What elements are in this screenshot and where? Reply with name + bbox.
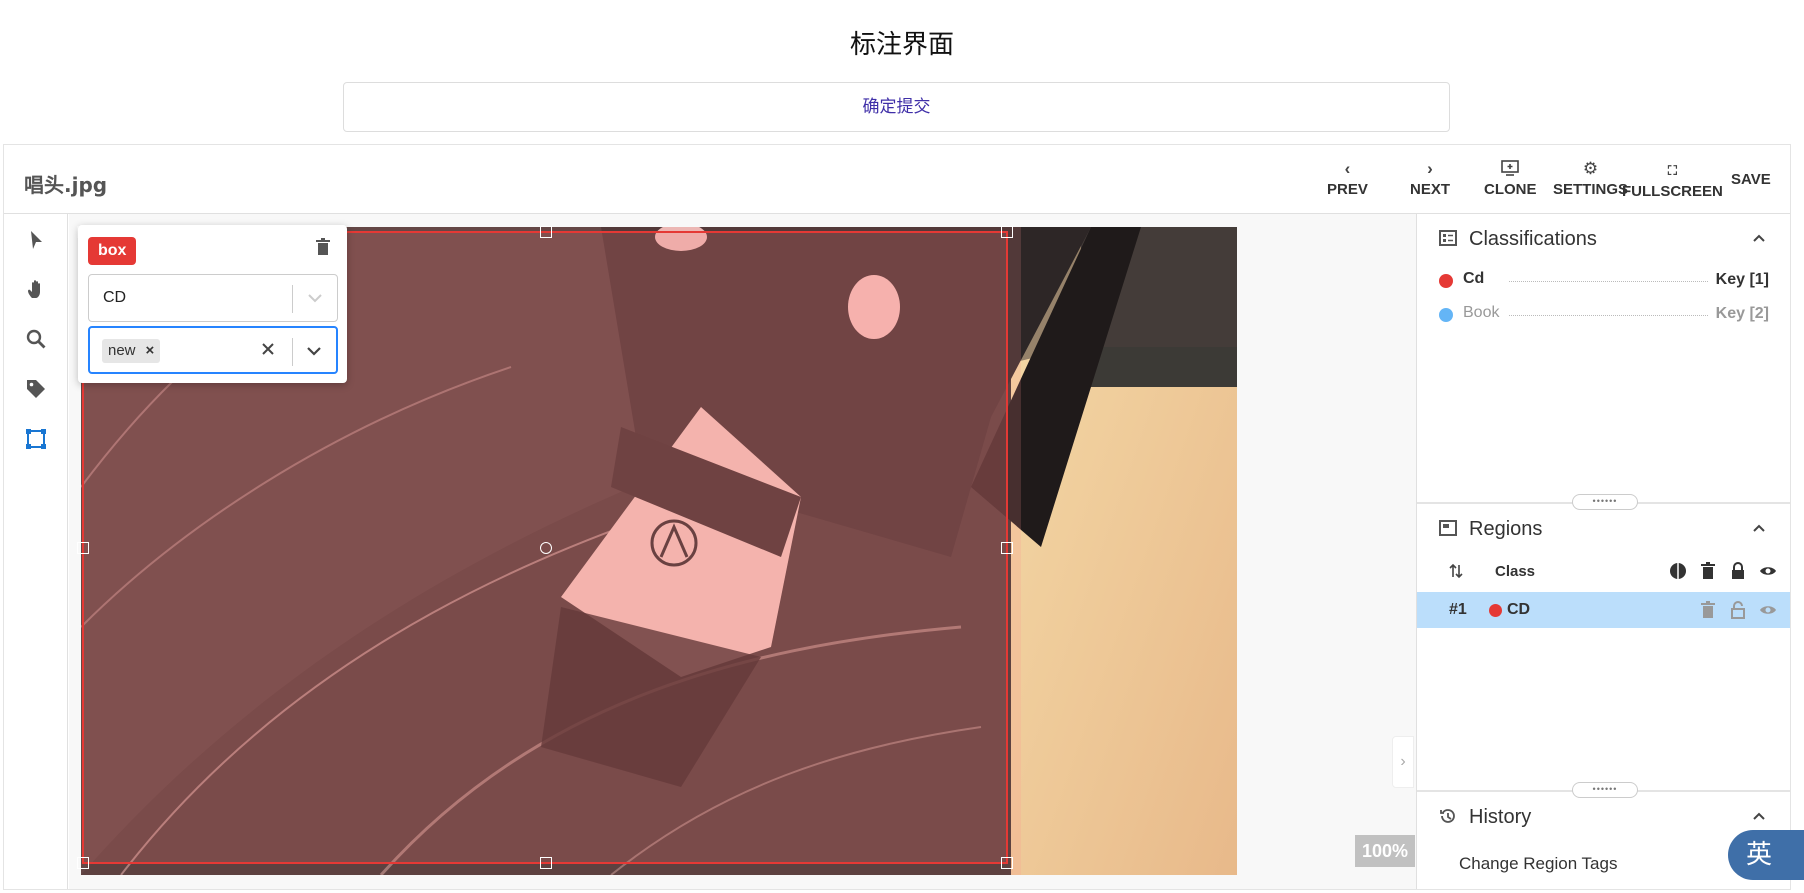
chevron-left-icon: ‹: [1344, 159, 1351, 178]
history-item[interactable]: Change Region Tags: [1459, 854, 1617, 874]
trash-icon[interactable]: [1699, 601, 1717, 619]
top-bar: 唱头.jpg ‹ PREV › NEXT CLONE ⚙ SETTINGS ⛶ …: [4, 145, 1790, 214]
remove-tag-icon[interactable]: ×: [146, 342, 155, 359]
fullscreen-icon: ⛶: [1667, 163, 1677, 178]
trash-icon[interactable]: [315, 237, 335, 261]
chevron-up-icon[interactable]: [1749, 806, 1769, 826]
tool-bar: [4, 214, 68, 889]
eye-icon[interactable]: [1759, 562, 1777, 580]
classification-item[interactable]: Book Key [2]: [1417, 296, 1790, 330]
settings-button[interactable]: ⚙ SETTINGS: [1553, 159, 1628, 198]
classifications-header[interactable]: Classifications: [1417, 214, 1790, 262]
tag-chip: new ×: [102, 339, 161, 363]
page-title: 标注界面: [849, 30, 954, 60]
move-handle[interactable]: [540, 542, 552, 554]
pan-tool-icon[interactable]: [24, 277, 50, 303]
clone-button[interactable]: CLONE: [1484, 159, 1537, 198]
chevron-down-icon[interactable]: [305, 287, 325, 311]
gear-icon: ⚙: [1582, 159, 1599, 178]
lock-icon[interactable]: [1729, 562, 1747, 580]
chevron-up-icon[interactable]: [1749, 228, 1769, 248]
region-type-badge: box: [88, 237, 137, 265]
region-row[interactable]: #1 CD: [1417, 592, 1790, 628]
chevron-down-icon[interactable]: [304, 340, 324, 364]
class-color-dot: [1439, 274, 1453, 288]
clear-icon[interactable]: [258, 339, 278, 363]
chevron-up-icon[interactable]: [1749, 518, 1769, 538]
side-panel: Classifications Cd Key [1] Book Key [2] …: [1416, 214, 1790, 889]
prev-button[interactable]: ‹ PREV: [1327, 159, 1368, 198]
unlock-icon[interactable]: [1729, 601, 1747, 619]
tag-tool-icon[interactable]: [24, 377, 50, 403]
regions-header[interactable]: Regions: [1417, 504, 1790, 552]
region-list-icon: [1439, 519, 1457, 537]
resize-handle[interactable]: [1001, 226, 1013, 238]
eye-icon[interactable]: [1759, 601, 1777, 619]
region-editor: box CD new ×: [78, 225, 347, 383]
classification-item[interactable]: Cd Key [1]: [1417, 262, 1790, 296]
regions-table-header: Class: [1417, 552, 1790, 592]
collapse-sidebar-button[interactable]: ›: [1392, 736, 1414, 788]
history-header[interactable]: History: [1417, 792, 1790, 840]
zoom-level: 100%: [1355, 835, 1415, 867]
color-icon: [1669, 562, 1687, 580]
history-icon: [1439, 807, 1457, 825]
zoom-tool-icon[interactable]: [24, 327, 50, 353]
resize-handle[interactable]: [1001, 857, 1013, 869]
next-button[interactable]: › NEXT: [1410, 159, 1450, 198]
trash-icon[interactable]: [1699, 562, 1717, 580]
resize-handle[interactable]: [540, 226, 552, 238]
submit-button[interactable]: 确定提交: [343, 82, 1450, 132]
sort-icon[interactable]: [1447, 562, 1465, 580]
save-button[interactable]: SAVE: [1731, 169, 1771, 188]
resize-handle[interactable]: [540, 857, 552, 869]
resize-handle[interactable]: [77, 542, 89, 554]
chevron-right-icon: ›: [1427, 159, 1433, 178]
region-color-dot: [1489, 604, 1502, 617]
tags-select[interactable]: new ×: [88, 326, 338, 374]
list-icon: [1439, 229, 1457, 247]
select-tool-icon[interactable]: [24, 228, 50, 254]
fullscreen-button[interactable]: ⛶ FULLSCREEN: [1622, 161, 1723, 200]
classifications-section: Classifications Cd Key [1] Book Key [2]: [1417, 214, 1790, 330]
class-select[interactable]: CD: [88, 274, 338, 322]
file-name: 唱头.jpg: [24, 173, 108, 197]
resize-handle[interactable]: [77, 857, 89, 869]
clone-icon: [1484, 159, 1537, 179]
ime-indicator: 英: [1728, 830, 1804, 880]
regions-section: Regions Class #1 CD: [1417, 504, 1790, 628]
resize-handle[interactable]: [1001, 542, 1013, 554]
class-color-dot: [1439, 308, 1453, 322]
history-section: History Change Region Tags: [1417, 792, 1790, 873]
box-tool-icon[interactable]: [24, 427, 50, 453]
